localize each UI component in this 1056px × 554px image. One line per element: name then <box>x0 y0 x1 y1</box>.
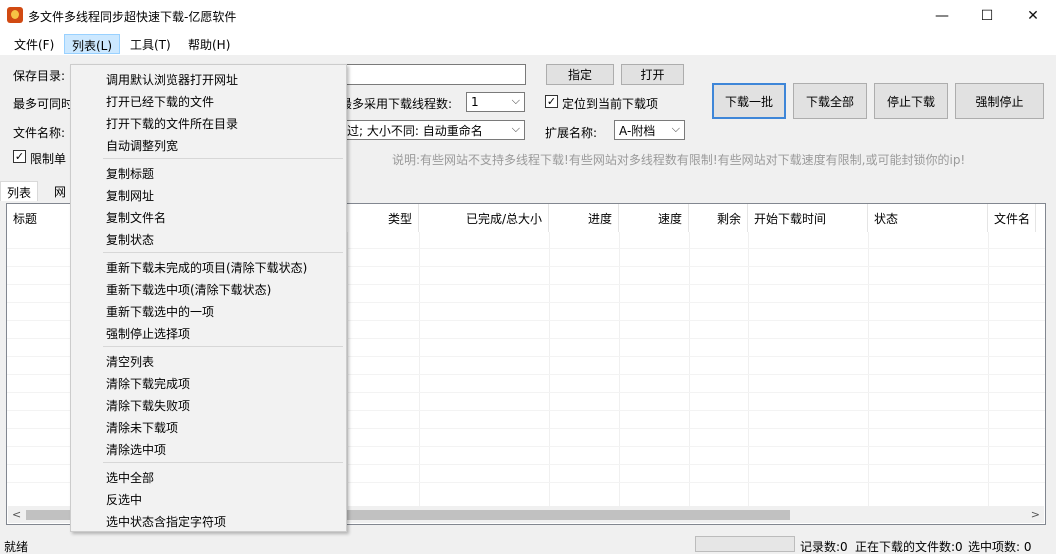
specify-button[interactable]: 指定 <box>546 64 614 85</box>
menu-separator <box>103 158 343 159</box>
download-batch-button[interactable]: 下载一批 <box>712 83 786 119</box>
maximize-button[interactable]: ☐ <box>964 0 1010 31</box>
ext-select[interactable]: A-附档 ⌵ <box>614 120 685 140</box>
menu-copy-title[interactable]: 复制标题 <box>106 165 154 182</box>
column-header-speed[interactable]: 速度 <box>619 204 689 232</box>
status-ready: 就绪 <box>4 540 29 554</box>
limit-single-label: 限制单 <box>30 152 67 166</box>
grid-line <box>868 232 869 508</box>
menu-copy-status[interactable]: 复制状态 <box>106 231 154 248</box>
menu-redownload-selected[interactable]: 重新下载选中项(清除下载状态) <box>106 281 271 298</box>
scroll-left-icon[interactable]: < <box>12 508 21 521</box>
menu-open-url-in-browser[interactable]: 调用默认浏览器打开网址 <box>106 71 238 88</box>
grid-line <box>549 232 550 508</box>
column-header-progress[interactable]: 进度 <box>549 204 619 232</box>
locate-current-label: 定位到当前下载项 <box>562 97 659 111</box>
conflict-value: 跳过; 大小不同: 自动重命名 <box>335 123 483 138</box>
menu-list[interactable]: 列表(L) <box>64 34 121 54</box>
max-concurrent-label: 最多可同时 <box>13 97 74 111</box>
grid-line <box>748 232 749 508</box>
menu-clear-list[interactable]: 清空列表 <box>106 353 154 370</box>
menu-redownload-unfinished[interactable]: 重新下载未完成的项目(清除下载状态) <box>106 259 307 276</box>
menu-copy-url[interactable]: 复制网址 <box>106 187 154 204</box>
status-selected: 选中项数: 0 <box>968 540 1032 554</box>
menu-clear-completed[interactable]: 清除下载完成项 <box>106 375 190 392</box>
tab-list[interactable]: 列表 <box>0 181 39 201</box>
menu-copy-filename[interactable]: 复制文件名 <box>106 209 166 226</box>
download-all-button[interactable]: 下载全部 <box>793 83 867 119</box>
menu-separator <box>103 346 343 347</box>
grid-line <box>347 232 348 508</box>
status-progress-bar <box>695 536 795 552</box>
menu-bar: 文件(F) 列表(L) 工具(T) 帮助(H) <box>0 31 1056 56</box>
status-bar: 就绪 记录数:0 正在下载的文件数:0 选中项数: 0 <box>0 534 1056 554</box>
grid-line <box>689 232 690 508</box>
locate-current-checkbox[interactable]: ✓ <box>545 95 558 108</box>
column-header-remaining[interactable]: 剩余 <box>689 204 748 232</box>
column-header-start-time[interactable]: 开始下载时间 <box>748 204 868 232</box>
menu-force-stop-selected[interactable]: 强制停止选择项 <box>106 325 190 342</box>
window-title: 多文件多线程同步超快速下载-亿愿软件 <box>28 10 237 24</box>
menu-invert-selection[interactable]: 反选中 <box>106 491 142 508</box>
menu-select-by-status-text[interactable]: 选中状态含指定字符项 <box>106 513 226 530</box>
hint-text: 说明:有些网站不支持多线程下载!有些网站对多线程数有限制!有些网站对下载速度有限… <box>392 153 966 167</box>
grid-line <box>419 232 420 508</box>
menu-separator <box>103 252 343 253</box>
menu-help[interactable]: 帮助(H) <box>181 34 237 54</box>
grid-line <box>988 232 989 508</box>
column-header-type[interactable]: 类型 <box>347 204 419 232</box>
column-header-size[interactable]: 已完成/总大小 <box>419 204 549 232</box>
menu-select-all[interactable]: 选中全部 <box>106 469 154 486</box>
column-header-status[interactable]: 状态 <box>868 204 988 232</box>
threads-select[interactable]: 1 ⌵ <box>466 92 525 112</box>
minimize-button[interactable]: — <box>919 0 965 31</box>
save-dir-input[interactable] <box>340 64 526 85</box>
menu-redownload-one[interactable]: 重新下载选中的一项 <box>106 303 214 320</box>
menu-clear-not-downloaded[interactable]: 清除未下载项 <box>106 419 178 436</box>
menu-auto-fit-columns[interactable]: 自动调整列宽 <box>106 137 178 154</box>
title-bar: 多文件多线程同步超快速下载-亿愿软件 — ☐ ✕ <box>0 0 1056 31</box>
status-records: 记录数:0 <box>800 540 848 554</box>
chevron-down-icon: ⌵ <box>511 94 520 107</box>
save-dir-label: 保存目录: <box>13 69 66 83</box>
conflict-select[interactable]: 跳过; 大小不同: 自动重命名 ⌵ <box>330 120 525 140</box>
stop-download-button[interactable]: 停止下载 <box>874 83 948 119</box>
status-downloading: 正在下载的文件数:0 <box>855 540 963 554</box>
limit-single-checkbox[interactable]: ✓ <box>13 150 26 163</box>
ext-value: A-附档 <box>619 123 656 138</box>
max-threads-label: 最多采用下载线程数: <box>340 97 453 111</box>
column-header-filename[interactable]: 文件名 <box>988 204 1036 232</box>
ext-label: 扩展名称: <box>545 126 598 140</box>
menu-tools[interactable]: 工具(T) <box>123 34 178 54</box>
menu-clear-failed[interactable]: 清除下载失败项 <box>106 397 190 414</box>
threads-value: 1 <box>471 95 479 109</box>
menu-open-downloaded-file[interactable]: 打开已经下载的文件 <box>106 93 214 110</box>
menu-separator <box>103 462 343 463</box>
close-button[interactable]: ✕ <box>1010 0 1056 31</box>
filename-label: 文件名称: <box>13 126 66 140</box>
tab-web[interactable]: 网 <box>48 181 72 201</box>
chevron-down-icon: ⌵ <box>671 122 680 135</box>
app-logo-icon <box>7 7 23 23</box>
menu-open-file-folder[interactable]: 打开下载的文件所在目录 <box>106 115 238 132</box>
force-stop-button[interactable]: 强制停止 <box>955 83 1044 119</box>
grid-line <box>619 232 620 508</box>
list-menu-dropdown: 调用默认浏览器打开网址 打开已经下载的文件 打开下载的文件所在目录 自动调整列宽… <box>70 64 347 532</box>
menu-file[interactable]: 文件(F) <box>7 34 61 54</box>
chevron-down-icon: ⌵ <box>511 122 520 135</box>
menu-clear-selected[interactable]: 清除选中项 <box>106 441 166 458</box>
scroll-right-icon[interactable]: > <box>1031 508 1040 521</box>
open-button[interactable]: 打开 <box>621 64 684 85</box>
